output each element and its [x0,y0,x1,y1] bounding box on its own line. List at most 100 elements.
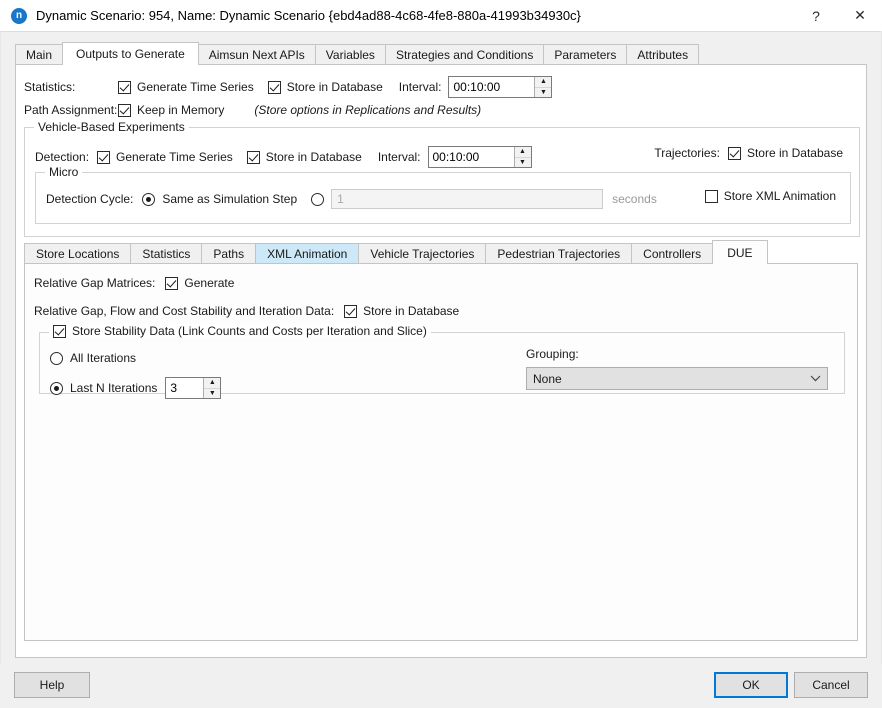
grouping-field: Grouping: None [526,347,828,390]
detection-label: Detection: [35,150,89,164]
radio-button-icon [142,193,155,206]
iteration-data-label: Relative Gap, Flow and Cost Stability an… [34,304,334,318]
tab-pedestrian-trajectories[interactable]: Pedestrian Trajectories [485,243,632,264]
spinner-buttons[interactable]: ▲ ▼ [534,77,551,97]
window-title: Dynamic Scenario: 954, Name: Dynamic Sce… [36,8,581,23]
store-stability-data-group-checkbox[interactable]: Store Stability Data (Link Counts and Co… [49,324,431,338]
spinner-down-icon[interactable]: ▼ [515,158,531,168]
last-n-iterations-row: Last N Iterations 3 ▲ ▼ [50,377,221,399]
iteration-data-store-in-database-checkbox[interactable]: Store in Database [344,304,459,318]
checkbox-box-icon [247,151,260,164]
spinner-buttons[interactable]: ▲ ▼ [203,378,220,398]
relative-gap-matrices-label: Relative Gap Matrices: [34,276,155,290]
tab-attributes[interactable]: Attributes [626,44,699,65]
tab-controllers[interactable]: Controllers [631,243,713,264]
path-assignment-keep-in-memory-checkbox[interactable]: Keep in Memory [118,103,224,117]
help-icon[interactable]: ? [794,0,838,31]
statistics-generate-time-series-label: Generate Time Series [137,80,254,94]
last-n-iterations-value: 3 [166,378,203,398]
iteration-data-row: Relative Gap, Flow and Cost Stability an… [34,304,459,318]
tab-xml-animation[interactable]: XML Animation [255,243,359,264]
tab-store-locations[interactable]: Store Locations [24,243,131,264]
tab-vehicle-trajectories[interactable]: Vehicle Trajectories [358,243,486,264]
title-bar: n Dynamic Scenario: 954, Name: Dynamic S… [0,0,882,32]
checkbox-box-icon [268,81,281,94]
last-n-iterations-spinner[interactable]: 3 ▲ ▼ [165,377,221,399]
tab-due[interactable]: DUE [712,240,767,264]
relative-gap-matrices-generate-checkbox[interactable]: Generate [165,276,234,290]
grouping-select[interactable]: None [526,367,828,390]
window-controls: ? ✕ [794,0,882,31]
checkbox-box-icon [97,151,110,164]
tab-outputs-to-generate[interactable]: Outputs to Generate [62,42,199,65]
spinner-up-icon[interactable]: ▲ [535,77,551,88]
detection-cycle-same-as-step-radio[interactable]: Same as Simulation Step [142,192,297,206]
trajectories-label: Trajectories: [654,146,720,160]
path-assignment-keep-in-memory-label: Keep in Memory [137,103,224,117]
trajectories-store-in-database-label: Store in Database [747,146,843,160]
statistics-store-in-database-checkbox[interactable]: Store in Database [268,80,383,94]
store-xml-animation-label: Store XML Animation [724,189,836,203]
radio-button-icon [50,382,63,395]
statistics-label: Statistics: [24,80,118,94]
statistics-row: Statistics: Generate Time Series Store i… [24,76,552,98]
main-tab-bar: Main Outputs to Generate Aimsun Next API… [15,42,698,65]
checkbox-box-icon [118,104,131,117]
statistics-generate-time-series-checkbox[interactable]: Generate Time Series [118,80,254,94]
dialog-button-bar: Help OK Cancel [0,664,882,708]
trajectories-store-in-database-checkbox[interactable]: Store in Database [728,146,843,160]
grouping-label: Grouping: [526,347,828,361]
spinner-down-icon[interactable]: ▼ [535,88,551,98]
checkbox-box-icon [118,81,131,94]
tab-strategies-and-conditions[interactable]: Strategies and Conditions [385,44,544,65]
checkbox-box-icon [53,325,66,338]
window-left-edge [0,31,1,708]
tab-main[interactable]: Main [15,44,63,65]
cancel-button[interactable]: Cancel [794,672,868,698]
statistics-interval-value: 00:10:00 [449,77,534,97]
ok-button[interactable]: OK [714,672,788,698]
tab-aimsun-next-apis[interactable]: Aimsun Next APIs [198,44,316,65]
detection-cycle-seconds-label: seconds [612,192,657,206]
grouping-selected-value: None [533,372,809,386]
detection-interval-spinner[interactable]: 00:10:00 ▲ ▼ [428,146,532,168]
last-n-iterations-radio[interactable]: Last N Iterations [50,381,157,395]
tab-variables[interactable]: Variables [315,44,386,65]
detection-generate-time-series-checkbox[interactable]: Generate Time Series [97,150,233,164]
app-logo-icon: n [11,8,27,24]
detection-cycle-row: Detection Cycle: Same as Simulation Step… [46,189,657,209]
due-panel: Relative Gap Matrices: Generate Relative… [24,263,858,641]
all-iterations-label: All Iterations [70,351,136,365]
radio-button-icon [50,352,63,365]
statistics-interval-spinner[interactable]: 00:10:00 ▲ ▼ [448,76,552,98]
micro-group: Micro Detection Cycle: Same as Simulatio… [35,172,851,224]
detection-store-in-database-checkbox[interactable]: Store in Database [247,150,362,164]
dialog-window: n Dynamic Scenario: 954, Name: Dynamic S… [0,0,882,708]
checkbox-box-icon [705,190,718,203]
tab-parameters[interactable]: Parameters [543,44,627,65]
spinner-up-icon[interactable]: ▲ [515,147,531,158]
detection-interval-value: 00:10:00 [429,147,514,167]
radio-button-icon [311,193,324,206]
detection-interval-label: Interval: [378,150,421,164]
path-assignment-label: Path Assignment: [24,103,118,117]
tab-statistics[interactable]: Statistics [130,243,202,264]
relative-gap-matrices-generate-label: Generate [184,276,234,290]
store-xml-animation-checkbox[interactable]: Store XML Animation [705,189,836,203]
store-xml-animation-row: Store XML Animation [705,189,836,203]
statistics-interval-label: Interval: [399,80,442,94]
detection-cycle-custom-radio[interactable] [311,193,324,206]
all-iterations-radio[interactable]: All Iterations [50,351,136,365]
chevron-down-icon [809,375,821,382]
all-iterations-row[interactable]: All Iterations [50,351,136,365]
relative-gap-matrices-row: Relative Gap Matrices: Generate [34,276,234,290]
spinner-buttons[interactable]: ▲ ▼ [514,147,531,167]
spinner-down-icon[interactable]: ▼ [204,389,220,399]
spinner-up-icon[interactable]: ▲ [204,378,220,389]
checkbox-box-icon [165,277,178,290]
checkbox-box-icon [728,147,741,160]
tab-paths[interactable]: Paths [201,243,256,264]
close-icon[interactable]: ✕ [838,0,882,31]
help-button[interactable]: Help [14,672,90,698]
detection-store-in-database-label: Store in Database [266,150,362,164]
